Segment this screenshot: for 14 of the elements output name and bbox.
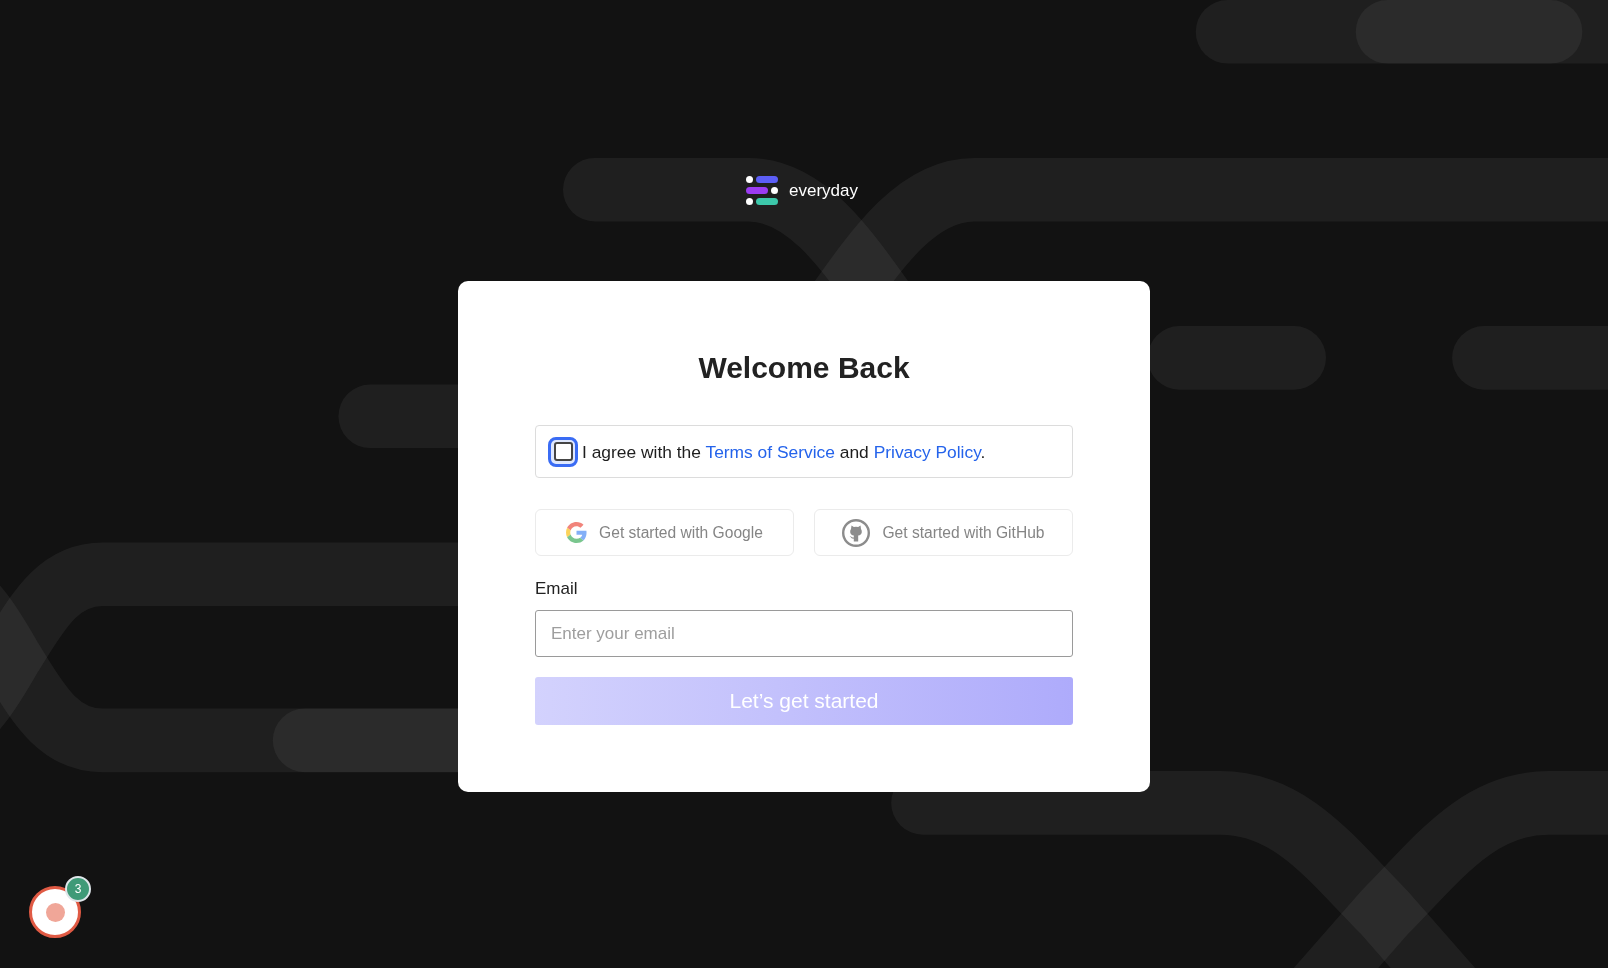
email-field[interactable]: Enter your email — [535, 610, 1073, 657]
floating-action-button[interactable] — [29, 886, 81, 938]
logo-text: everyday — [789, 179, 858, 202]
github-logo-icon — [842, 518, 871, 547]
checkbox[interactable] — [553, 442, 573, 461]
consent-text: I agree with the Terms of Service and Privacy Policy. — [582, 440, 986, 463]
inline-link[interactable]: Privacy Policy — [873, 441, 981, 462]
email-label: Email — [535, 579, 578, 599]
inline-link[interactable]: Terms of Service — [705, 441, 835, 462]
card-title: Welcome Back — [698, 350, 910, 386]
google-logo-icon — [566, 522, 588, 543]
count-badge: 3 — [65, 876, 91, 902]
dot-icon — [45, 902, 65, 922]
logo-icon — [746, 176, 778, 205]
